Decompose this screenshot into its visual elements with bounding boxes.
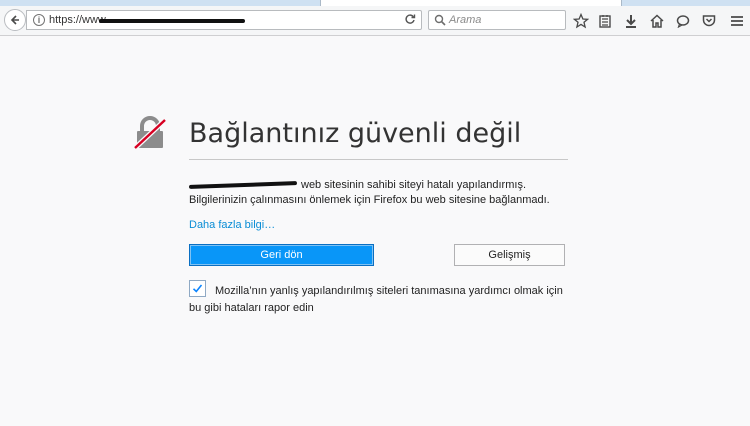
pocket-icon[interactable] <box>700 12 718 30</box>
description-line-2: Bilgilerinizin çalınmasını önlemek için … <box>189 194 550 206</box>
menu-icon[interactable] <box>728 12 746 30</box>
hostname-redaction <box>188 181 298 189</box>
url-text: https://www <box>49 14 106 26</box>
description-line-1-text: web sitesinin sahibi siteyi hatalı yapıl… <box>301 179 526 191</box>
url-bar[interactable]: i https://www <box>26 10 422 30</box>
description-line-1: web sitesinin sahibi siteyi hatalı yapıl… <box>188 178 550 193</box>
download-icon[interactable] <box>622 12 640 30</box>
reload-icon[interactable] <box>403 13 417 27</box>
chat-icon[interactable] <box>674 12 692 30</box>
home-icon[interactable] <box>648 12 666 30</box>
error-description: web sitesinin sahibi siteyi hatalı yapıl… <box>188 178 550 208</box>
star-icon[interactable] <box>572 12 590 30</box>
back-button[interactable] <box>4 9 26 31</box>
report-checkbox[interactable] <box>189 280 206 297</box>
navigation-toolbar: i https://www Arama <box>0 6 750 36</box>
url-redaction <box>99 19 245 23</box>
checkmark-icon <box>192 284 203 293</box>
search-bar[interactable]: Arama <box>428 10 566 30</box>
broken-lock-icon <box>133 116 167 150</box>
learn-more-link[interactable]: Daha fazla bilgi… <box>189 219 275 231</box>
title-divider <box>189 159 568 160</box>
go-back-button[interactable]: Geri dön <box>189 244 374 266</box>
back-arrow-icon <box>10 15 19 25</box>
advanced-button[interactable]: Gelişmiş <box>454 244 565 266</box>
info-icon[interactable]: i <box>33 14 45 26</box>
report-label: Mozilla’nın yanlış yapılandırılmış sitel… <box>189 285 563 314</box>
reading-list-icon[interactable] <box>596 12 614 30</box>
page-title: Bağlantınız güvenli değil <box>189 118 522 149</box>
search-placeholder: Arama <box>449 14 482 26</box>
search-icon <box>434 14 446 26</box>
